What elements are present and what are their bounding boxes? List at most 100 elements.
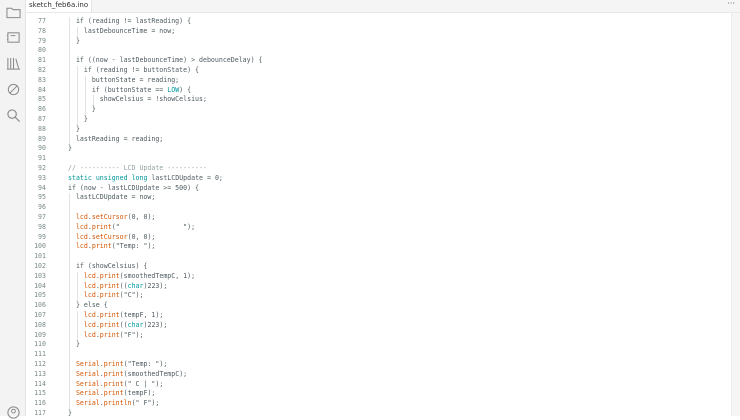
code-token: print: [99, 291, 120, 300]
editor-scrollbar[interactable]: [731, 13, 740, 416]
line-number: 89: [38, 134, 46, 143]
code-line[interactable]: 114 Serial.print(" C | ");: [26, 380, 726, 390]
code-line[interactable]: 110 }: [26, 340, 726, 350]
code-line[interactable]: 111: [26, 350, 726, 360]
code-text: lcd.print(smoothedTempC, 1);: [68, 272, 195, 282]
code-token: (" C | ");: [123, 379, 164, 388]
code-line[interactable]: 96: [26, 203, 726, 213]
code-line[interactable]: 86 }: [26, 105, 726, 115]
code-line[interactable]: 80: [26, 46, 726, 56]
code-text: lcd.print(" ");: [68, 223, 195, 233]
account-icon[interactable]: [5, 404, 21, 420]
editor-tab-bar: sketch_feb6a.ino ···: [26, 0, 740, 13]
board-icon[interactable]: [5, 29, 21, 45]
code-line[interactable]: 82 if (reading != buttonState) {: [26, 66, 726, 76]
code-token: lcd: [83, 311, 96, 319]
line-number: 103: [34, 271, 46, 280]
code-line[interactable]: 85 showCelsius = !showCelsius;: [26, 95, 726, 105]
code-token: lcd: [83, 291, 96, 300]
line-number: 93: [38, 173, 46, 182]
code-line[interactable]: 90}: [26, 144, 726, 154]
code-line[interactable]: 92 // ---------- LCD Update ----------: [26, 164, 726, 174]
code-line[interactable]: 98 lcd.print(" ");: [26, 223, 726, 233]
code-line[interactable]: 84 if (buttonState == LOW) {: [26, 86, 726, 96]
code-line[interactable]: 93 static unsigned long lastLCDUpdate = 0…: [26, 174, 726, 184]
debug-icon[interactable]: [5, 81, 21, 97]
line-number: 94: [38, 183, 46, 192]
code-line[interactable]: 83 buttonState = reading;: [26, 76, 726, 86]
code-token: )223);: [143, 320, 168, 329]
code-text: // ---------- LCD Update ----------: [68, 164, 207, 174]
code-token: lcd: [83, 281, 96, 290]
code-line[interactable]: 99 lcd.setCursor(0, 0);: [26, 233, 726, 243]
code-token: if (reading != buttonState) {: [68, 66, 200, 74]
code-token: lastLCDUpdate = now;: [68, 193, 156, 202]
more-actions-button[interactable]: ···: [727, 0, 735, 8]
code-text: if (showCelsius) {: [68, 262, 147, 272]
code-token: print: [103, 389, 124, 398]
code-line[interactable]: 117}: [26, 409, 726, 416]
code-text: }: [68, 105, 96, 115]
code-text: lastDebounceTime = now;: [68, 27, 175, 37]
code-token: print: [91, 222, 112, 231]
code-text: lcd.print((char)223);: [68, 282, 167, 292]
code-line[interactable]: 102 if (showCelsius) {: [26, 262, 726, 272]
code-token: if (buttonState ==: [68, 85, 168, 94]
line-number: 91: [38, 154, 46, 163]
code-line[interactable]: 109 lcd.print("F");: [26, 331, 726, 341]
search-icon[interactable]: [5, 107, 21, 123]
line-number: 79: [38, 36, 46, 45]
tab-sketch-file[interactable]: sketch_feb6a.ino: [26, 0, 92, 12]
code-line[interactable]: 103 lcd.print(smoothedTempC, 1);: [26, 272, 726, 282]
code-line[interactable]: 105 lcd.print("C");: [26, 291, 726, 301]
code-line[interactable]: 97 lcd.setCursor(0, 0);: [26, 213, 726, 223]
code-token: print: [103, 360, 124, 368]
code-line[interactable]: 95 lastLCDUpdate = now;: [26, 193, 726, 203]
code-line[interactable]: 78 lastDebounceTime = now;: [26, 27, 726, 37]
code-line[interactable]: 116 Serial.println(" F");: [26, 399, 726, 409]
code-token: print: [103, 379, 124, 388]
line-number: 106: [34, 301, 46, 310]
code-line[interactable]: 89 lastReading = reading;: [26, 135, 726, 145]
code-token: (" ");: [111, 222, 196, 231]
folder-icon[interactable]: [5, 4, 21, 20]
code-token: long: [131, 173, 148, 182]
activity-bar: [0, 0, 26, 419]
code-line[interactable]: 101: [26, 252, 726, 262]
code-token: Serial: [75, 389, 100, 398]
indent-guide: [92, 95, 94, 106]
line-number: 100: [34, 242, 46, 251]
code-line[interactable]: 108 lcd.print((char)223);: [26, 321, 726, 331]
code-token: char: [127, 320, 144, 329]
code-token: print: [99, 281, 120, 290]
line-number: 107: [34, 311, 46, 319]
line-number: 101: [34, 252, 46, 261]
code-line[interactable]: 115 Serial.print(tempF);: [26, 389, 726, 399]
code-line[interactable]: 100 lcd.print("Temp: ");: [26, 242, 726, 252]
code-token: lcd: [75, 213, 88, 221]
code-line[interactable]: 77 if (reading != lastReading) {: [26, 17, 726, 27]
line-number: 112: [34, 360, 46, 368]
code-line[interactable]: 94 if (now - lastLCDUpdate >= 500) {: [26, 184, 726, 194]
code-line[interactable]: 107 lcd.print(tempF, 1);: [26, 311, 726, 321]
library-icon[interactable]: [5, 55, 21, 71]
code-text: lcd.setCursor(0, 0);: [68, 213, 155, 223]
line-number: 105: [34, 291, 46, 300]
code-line[interactable]: 104 lcd.print((char)223);: [26, 282, 726, 292]
code-text: lcd.print("F");: [68, 331, 144, 341]
code-text: }: [68, 409, 72, 416]
code-line[interactable]: 81 if ((now - lastDebounceTime) > deboun…: [26, 56, 726, 66]
code-text: lastReading = reading;: [68, 135, 163, 145]
code-line[interactable]: 88 }: [26, 125, 726, 135]
code-line[interactable]: 79 }: [26, 37, 726, 47]
code-editor[interactable]: 77 if (reading != lastReading) {78 lastD…: [26, 13, 732, 416]
line-number: 92: [38, 164, 46, 172]
code-token: ("Temp: ");: [111, 242, 156, 251]
code-line[interactable]: 113 Serial.print(smoothedTempC);: [26, 370, 726, 380]
code-line[interactable]: 112 Serial.print("Temp: ");: [26, 360, 726, 370]
code-token: (tempF, 1);: [119, 311, 164, 319]
code-line[interactable]: 91: [26, 154, 726, 164]
code-line[interactable]: 87 }: [26, 115, 726, 125]
code-text: showCelsius = !showCelsius;: [68, 95, 207, 105]
code-line[interactable]: 106 } else {: [26, 301, 726, 311]
